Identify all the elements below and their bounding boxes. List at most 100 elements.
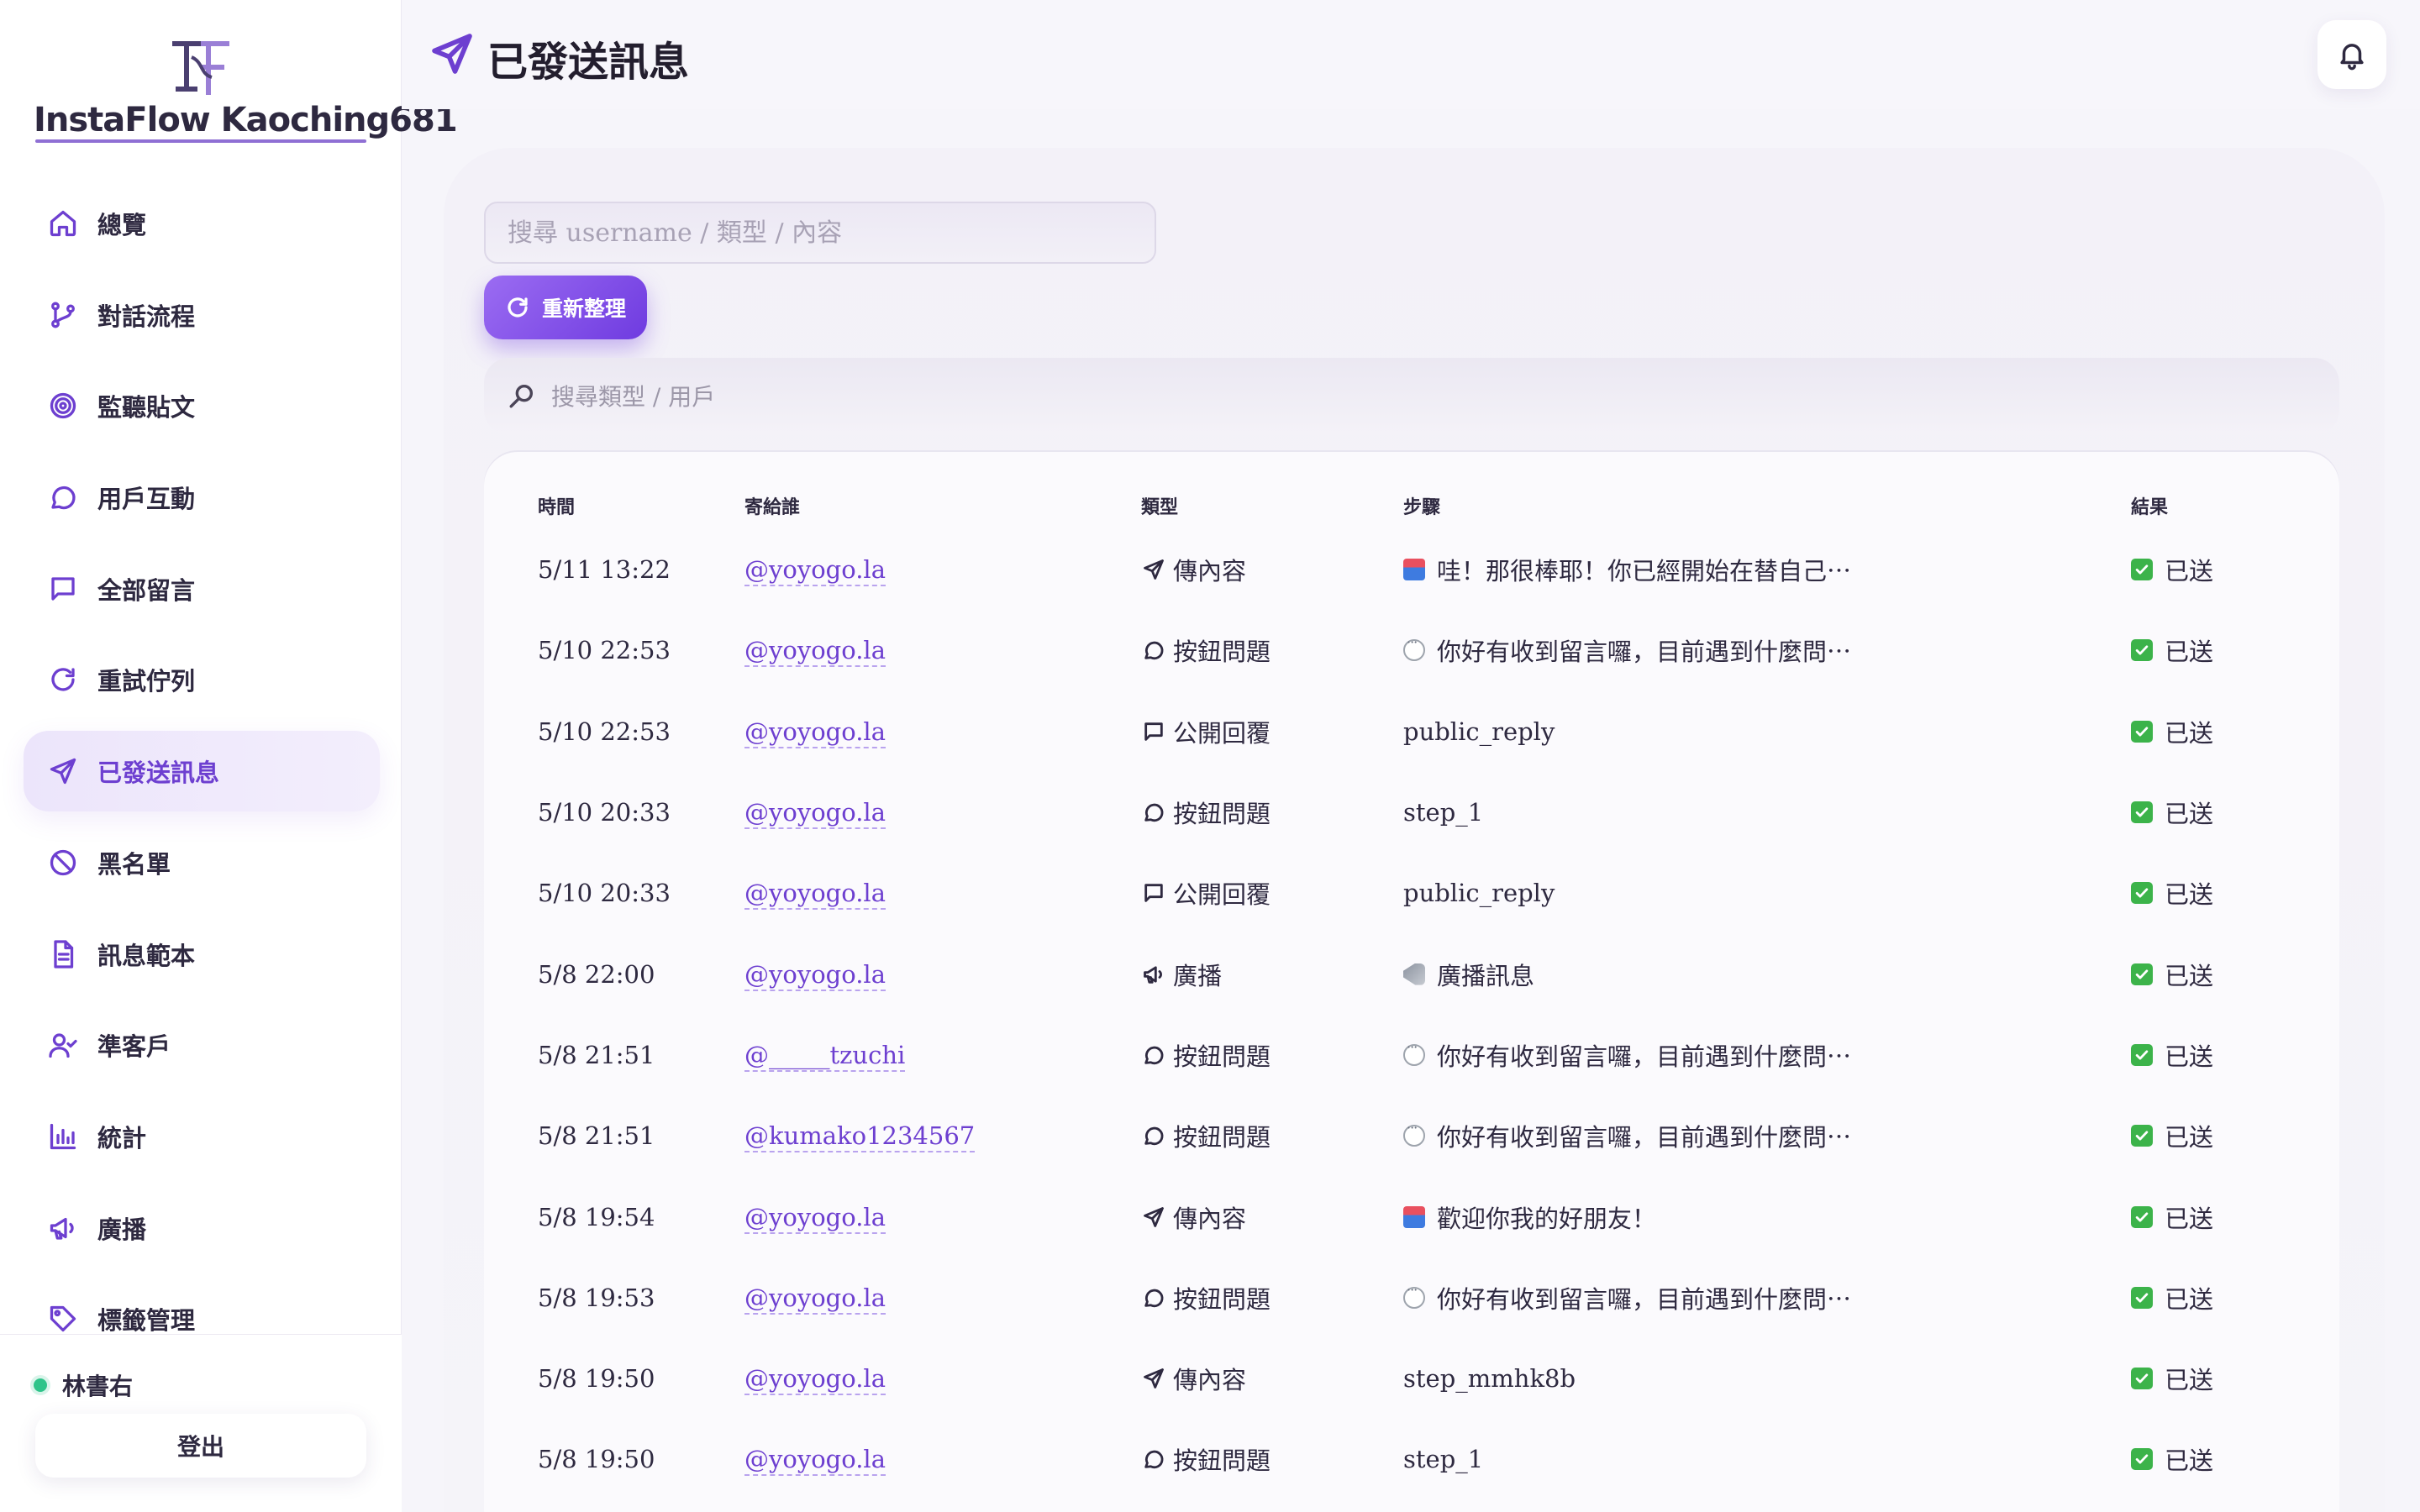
result-status: 已送 <box>2131 1200 2316 1235</box>
cell-type: 按鈕問題 <box>1141 1095 1403 1176</box>
sidebar-item-templates[interactable]: 訊息範本 <box>24 914 380 995</box>
sidebar-item-watch-posts[interactable]: 監聽貼文 <box>24 365 380 446</box>
cell-time: 5/8 22:00 <box>538 959 655 989</box>
sidebar-item-sent-messages[interactable]: 已發送訊息 <box>24 731 380 812</box>
type-label: 傳內容 <box>1173 557 1247 586</box>
step-text: public_reply <box>1403 717 1555 746</box>
table-row[interactable]: 5/10 22:53 @yoyogo.la 公開回覆 public_reply … <box>501 691 2316 772</box>
recipient-link[interactable]: @yoyogo.la <box>744 636 886 668</box>
cell-step: 你好有收到留言囉，目前遇到什麼問⋯ <box>1403 1095 2131 1176</box>
cell-recipient: @yoyogo.la <box>744 933 1141 1014</box>
cell-time: 5/8 19:50 <box>538 1364 655 1394</box>
step-text: 你好有收到留言囉，目前遇到什麼問⋯ <box>1437 638 1852 667</box>
sidebar-item-blacklist[interactable]: 黑名單 <box>24 822 380 903</box>
table-row[interactable]: 5/10 20:33 @yoyogo.la 公開回覆 public_reply … <box>501 853 2316 933</box>
column-header-result[interactable]: 結果 <box>2131 482 2316 529</box>
table-row[interactable]: 5/8 19:53 @yoyogo.la 按鈕問題 你好有收到留言囉，目前遇到什… <box>501 1257 2316 1338</box>
cell-result: 已送 <box>2131 1257 2316 1338</box>
check-mark-icon <box>2131 882 2153 905</box>
sidebar-item-retry-queue[interactable]: 重試佇列 <box>24 639 380 720</box>
recipient-link[interactable]: @yoyogo.la <box>744 798 886 830</box>
check-mark-icon <box>2131 559 2153 581</box>
logout-button[interactable]: 登出 <box>35 1414 366 1478</box>
speech-bubble-icon <box>1403 1282 1425 1309</box>
cell-time: 5/11 13:22 <box>538 555 671 585</box>
check-mark-icon <box>2131 963 2153 985</box>
sidebar-item-flows[interactable]: 對話流程 <box>24 275 380 355</box>
notifications-button[interactable] <box>2317 20 2386 89</box>
step-text: step_mmhk8b <box>1403 1364 1576 1394</box>
filter-input[interactable] <box>551 370 2299 423</box>
type-badge: 傳內容 <box>1141 1200 1403 1235</box>
sidebar-item-all-comments[interactable]: 全部留言 <box>24 549 380 629</box>
recipient-link[interactable]: @_____tzuchi <box>744 1040 906 1072</box>
step-text: 哇！那很棒耶！你已經開始在替自己⋯ <box>1437 557 1852 586</box>
recipient-link[interactable]: @yoyogo.la <box>744 1364 886 1396</box>
column-header-type[interactable]: 類型 <box>1141 482 1403 529</box>
result-label: 已送 <box>2165 1366 2214 1395</box>
table-row[interactable]: 5/8 21:51 @kumako1234567 按鈕問題 你好有收到留言囉，目… <box>501 1095 2316 1176</box>
cell-time: 5/10 22:53 <box>538 717 671 746</box>
cell-recipient: @_____tzuchi <box>744 1015 1141 1095</box>
table-row[interactable]: 5/8 21:51 @_____tzuchi 按鈕問題 你好有收到留言囉，目前遇… <box>501 1015 2316 1095</box>
table-row[interactable]: 5/10 20:33 @yoyogo.la 按鈕問題 step_1 已送 <box>501 772 2316 853</box>
megaphone-icon <box>1141 962 1166 987</box>
recipient-link[interactable]: @yoyogo.la <box>744 1445 886 1477</box>
table-row[interactable]: 5/8 22:00 @yoyogo.la 廣播 廣播訊息 已送 <box>501 933 2316 1014</box>
sidebar-item-label: 廣播 <box>97 1215 147 1244</box>
type-label: 按鈕問題 <box>1173 638 1271 667</box>
type-badge: 按鈕問題 <box>1141 1280 1403 1315</box>
step-text: 廣播訊息 <box>1437 961 1535 990</box>
type-badge: 按鈕問題 <box>1141 1441 1403 1477</box>
recipient-link[interactable]: @yoyogo.la <box>744 1202 886 1234</box>
table-row[interactable]: 5/8 19:50 @yoyogo.la 傳內容 step_mmhk8b 已送 <box>501 1338 2316 1419</box>
sidebar-item-label: 已發送訊息 <box>97 759 220 788</box>
type-badge: 按鈕問題 <box>1141 1037 1403 1073</box>
messages-table: 時間 寄給誰 類型 步驟 結果 5/11 13:22 @yoyogo.la 傳內… <box>501 482 2316 1500</box>
recipient-link[interactable]: @yoyogo.la <box>744 959 886 991</box>
search-icon <box>508 381 538 412</box>
table-row[interactable]: 5/10 22:53 @yoyogo.la 按鈕問題 你好有收到留言囉，目前遇到… <box>501 610 2316 690</box>
table-row[interactable]: 5/11 13:22 @yoyogo.la 傳內容 哇！那很棒耶！你已經開始在替… <box>501 529 2316 610</box>
cell-step: 廣播訊息 <box>1403 933 2131 1014</box>
table-row[interactable]: 5/8 19:54 @yoyogo.la 傳內容 歡迎你我的好朋友！ 已送 <box>501 1176 2316 1257</box>
refresh-button[interactable]: 重新整理 <box>484 276 647 339</box>
sidebar-item-overview[interactable]: 總覽 <box>24 183 380 264</box>
sidebar-item-stats[interactable]: 統計 <box>24 1096 380 1177</box>
table-row[interactable]: 5/8 19:50 @yoyogo.la 按鈕問題 step_1 已送 <box>501 1419 2316 1499</box>
sidebar-nav: 總覽 對話流程 監聽貼文 用戶互動 全部留言 重試佇列 已發送訊息 黑名單 訊息… <box>24 183 380 1370</box>
recipient-link[interactable]: @kumako1234567 <box>744 1121 976 1153</box>
search-input[interactable] <box>484 202 1156 264</box>
cell-type: 傳內容 <box>1141 529 1403 610</box>
type-badge: 公開回覆 <box>1141 714 1403 749</box>
cell-time: 5/10 22:53 <box>538 636 671 665</box>
message-square-icon <box>1141 880 1166 906</box>
cell-recipient: @yoyogo.la <box>744 610 1141 690</box>
recipient-link[interactable]: @yoyogo.la <box>744 1283 886 1315</box>
step-content: public_reply <box>1403 717 2131 746</box>
column-header-step[interactable]: 步驟 <box>1403 482 2131 529</box>
recipient-link[interactable]: @yoyogo.la <box>744 879 886 911</box>
cell-type: 公開回覆 <box>1141 853 1403 933</box>
cell-time: 5/8 21:51 <box>538 1121 655 1151</box>
cell-type: 傳內容 <box>1141 1176 1403 1257</box>
inbox-tray-icon <box>1403 1205 1425 1228</box>
sidebar-item-label: 標籤管理 <box>97 1306 196 1336</box>
recipient-link[interactable]: @yoyogo.la <box>744 717 886 748</box>
recipient-link[interactable]: @yoyogo.la <box>744 555 886 587</box>
type-label: 按鈕問題 <box>1173 1123 1271 1152</box>
brand-logo[interactable]: InstaFlow Kaoching681 <box>0 30 458 148</box>
sidebar-item-interactions[interactable]: 用戶互動 <box>24 457 380 538</box>
type-badge: 傳內容 <box>1141 1361 1403 1396</box>
column-header-time[interactable]: 時間 <box>501 482 744 529</box>
cell-time: 5/8 19:54 <box>538 1202 655 1231</box>
cell-recipient: @kumako1234567 <box>744 1095 1141 1176</box>
cell-step: step_mmhk8b <box>1403 1338 2131 1419</box>
sidebar-item-broadcast[interactable]: 廣播 <box>24 1188 380 1268</box>
send-icon <box>1141 1205 1166 1230</box>
result-label: 已送 <box>2165 718 2214 748</box>
sidebar-item-prospects[interactable]: 準客戶 <box>24 1005 380 1085</box>
column-header-recipient[interactable]: 寄給誰 <box>744 482 1141 529</box>
chat-bubble-icon <box>1141 638 1166 663</box>
cell-step: step_1 <box>1403 1419 2131 1499</box>
